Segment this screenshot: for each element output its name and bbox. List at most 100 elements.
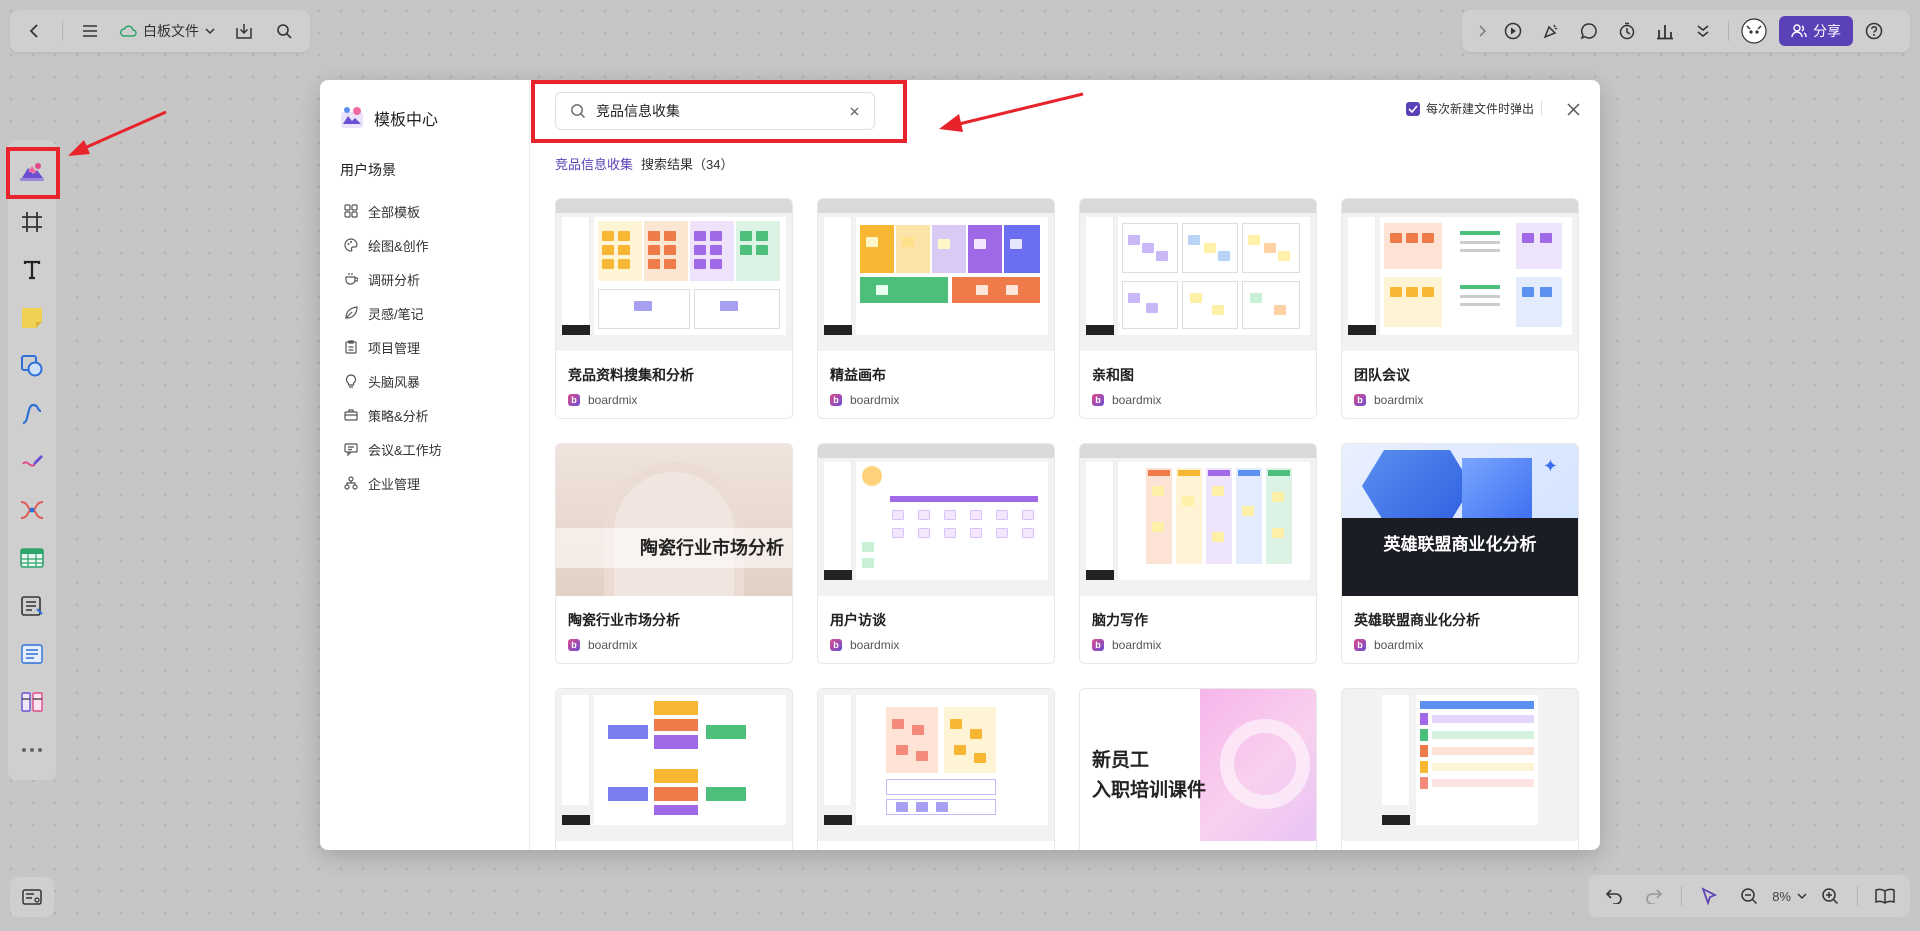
close-modal-button[interactable]: [1562, 98, 1584, 120]
template-card[interactable]: 新员工 入职培训课件: [1079, 688, 1317, 850]
redo-icon[interactable]: [1637, 879, 1671, 913]
shape-tool-button[interactable]: [12, 342, 52, 390]
category-strategy[interactable]: 策略&分析: [340, 398, 529, 432]
kanban-tool-button[interactable]: [12, 630, 52, 678]
category-all-templates[interactable]: 全部模板: [340, 194, 529, 228]
zoom-out-icon[interactable]: [1732, 879, 1766, 913]
boardmix-logo-icon: b: [1092, 639, 1104, 651]
category-enterprise[interactable]: 企业管理: [340, 466, 529, 500]
more-tools-button[interactable]: [12, 726, 52, 774]
cloud-icon: [119, 25, 137, 37]
template-card[interactable]: [1341, 688, 1579, 850]
show-on-new-file-label: 每次新建文件时弹出: [1425, 102, 1534, 116]
thumbnail-heading: 英雄联盟商业化分析: [1383, 535, 1537, 554]
show-on-new-file-option[interactable]: 每次新建文件时弹出: [1405, 100, 1534, 117]
table-tool-button[interactable]: [12, 534, 52, 582]
present-play-icon[interactable]: [1496, 14, 1530, 48]
template-card[interactable]: 用户访谈 b boardmix: [817, 443, 1055, 664]
grid-layout-tool-button[interactable]: [12, 678, 52, 726]
minimap-toggle[interactable]: [10, 877, 54, 917]
text-tool-button[interactable]: [12, 246, 52, 294]
frame-icon: [22, 212, 42, 232]
template-title: 精益画布: [830, 367, 886, 383]
template-author: b boardmix: [568, 638, 792, 652]
template-title: 陶瓷行业市场分析: [568, 612, 680, 628]
chevron-down-icon[interactable]: [1797, 892, 1807, 900]
template-card[interactable]: 竞品资料搜集和分析 b boardmix: [555, 198, 793, 419]
zoom-in-icon[interactable]: [1813, 879, 1847, 913]
thumbnail-heading: 新员工: [1092, 750, 1150, 771]
leaf-icon: [345, 306, 358, 319]
boardmix-logo-icon: b: [568, 639, 580, 651]
download-icon[interactable]: [227, 14, 261, 48]
boardmix-logo-icon: b: [830, 639, 842, 651]
menu-icon[interactable]: [73, 14, 107, 48]
category-label: 会议&工作坊: [368, 442, 442, 458]
template-author: b boardmix: [1092, 638, 1316, 652]
pen-tool-button[interactable]: [12, 438, 52, 486]
category-project[interactable]: 项目管理: [340, 330, 529, 364]
zoom-level[interactable]: 8%: [1772, 889, 1791, 904]
users-icon: [1791, 24, 1807, 38]
file-name-label: 白板文件: [143, 23, 199, 39]
celebrate-icon[interactable]: [1534, 14, 1568, 48]
category-meeting[interactable]: 会议&工作坊: [340, 432, 529, 466]
document-icon: [21, 596, 43, 616]
category-label: 头脑风暴: [368, 374, 421, 390]
frame-tool-button[interactable]: [12, 198, 52, 246]
template-card[interactable]: 陶瓷行业市场分析 陶瓷行业市场分析 b boardmix: [555, 443, 793, 664]
check-icon: [1408, 104, 1418, 113]
search-icon[interactable]: [267, 14, 301, 48]
timer-icon[interactable]: [1610, 14, 1644, 48]
connector-icon: [22, 403, 42, 425]
category-drawing[interactable]: 绘图&创作: [340, 228, 529, 262]
template-title: 竞品资料搜集和分析: [568, 367, 694, 383]
palette-icon: [344, 238, 358, 252]
category-research[interactable]: 调研分析: [340, 262, 529, 296]
category-notes[interactable]: 灵感/笔记: [340, 296, 529, 330]
template-card[interactable]: [555, 688, 793, 850]
annotation-arrow: [939, 92, 1084, 132]
sticky-note-tool-button[interactable]: [12, 294, 52, 342]
document-tool-button[interactable]: [12, 582, 52, 630]
template-thumbnail: [1080, 444, 1316, 596]
template-thumbnail: [1342, 689, 1578, 841]
show-on-new-file-checkbox[interactable]: [1405, 101, 1420, 116]
bulb-icon: [345, 374, 357, 388]
section-title: 用户场景: [340, 162, 396, 178]
category-brainstorm[interactable]: 头脑风暴: [340, 364, 529, 398]
share-button[interactable]: 分享: [1779, 16, 1853, 46]
top-left-toolbar: 白板文件: [10, 10, 310, 52]
thumbnail-heading: 陶瓷行业市场分析: [640, 538, 784, 558]
template-title: 脑力写作: [1092, 612, 1148, 628]
template-card[interactable]: ✦ 英雄联盟商业化分析 英雄联盟商业化分析 b boardmix: [1341, 443, 1579, 664]
template-card[interactable]: 团队会议 b boardmix: [1341, 198, 1579, 419]
template-card[interactable]: 脑力写作 b boardmix: [1079, 443, 1317, 664]
help-icon[interactable]: [1857, 14, 1891, 48]
more-icon: [22, 748, 42, 752]
top-right-toolbar: 分享: [1462, 10, 1910, 52]
table-icon: [20, 548, 44, 568]
org-icon: [344, 476, 358, 490]
select-pointer-icon[interactable]: [1692, 879, 1726, 913]
avatar[interactable]: [1737, 14, 1771, 48]
share-label: 分享: [1813, 23, 1841, 39]
double-chevron-down-icon[interactable]: [1686, 14, 1720, 48]
template-card[interactable]: 亲和图 b boardmix: [1079, 198, 1317, 419]
back-icon[interactable]: [18, 14, 52, 48]
book-icon[interactable]: [1868, 879, 1902, 913]
template-thumbnail: [818, 444, 1054, 596]
file-name-dropdown[interactable]: 白板文件: [113, 21, 221, 41]
template-thumbnail: [818, 689, 1054, 841]
vote-chart-icon[interactable]: [1648, 14, 1682, 48]
template-card[interactable]: 精益画布 b boardmix: [817, 198, 1055, 419]
template-author: b boardmix: [1092, 393, 1316, 407]
connector-tool-button[interactable]: [12, 390, 52, 438]
mindmap-tool-button[interactable]: [12, 486, 52, 534]
comment-icon[interactable]: [1572, 14, 1606, 48]
template-author: b boardmix: [830, 638, 1054, 652]
thumbnail-subheading: 入职培训课件: [1092, 780, 1207, 801]
chevron-right-icon[interactable]: [1472, 14, 1492, 48]
undo-icon[interactable]: [1597, 879, 1631, 913]
template-card[interactable]: [817, 688, 1055, 850]
